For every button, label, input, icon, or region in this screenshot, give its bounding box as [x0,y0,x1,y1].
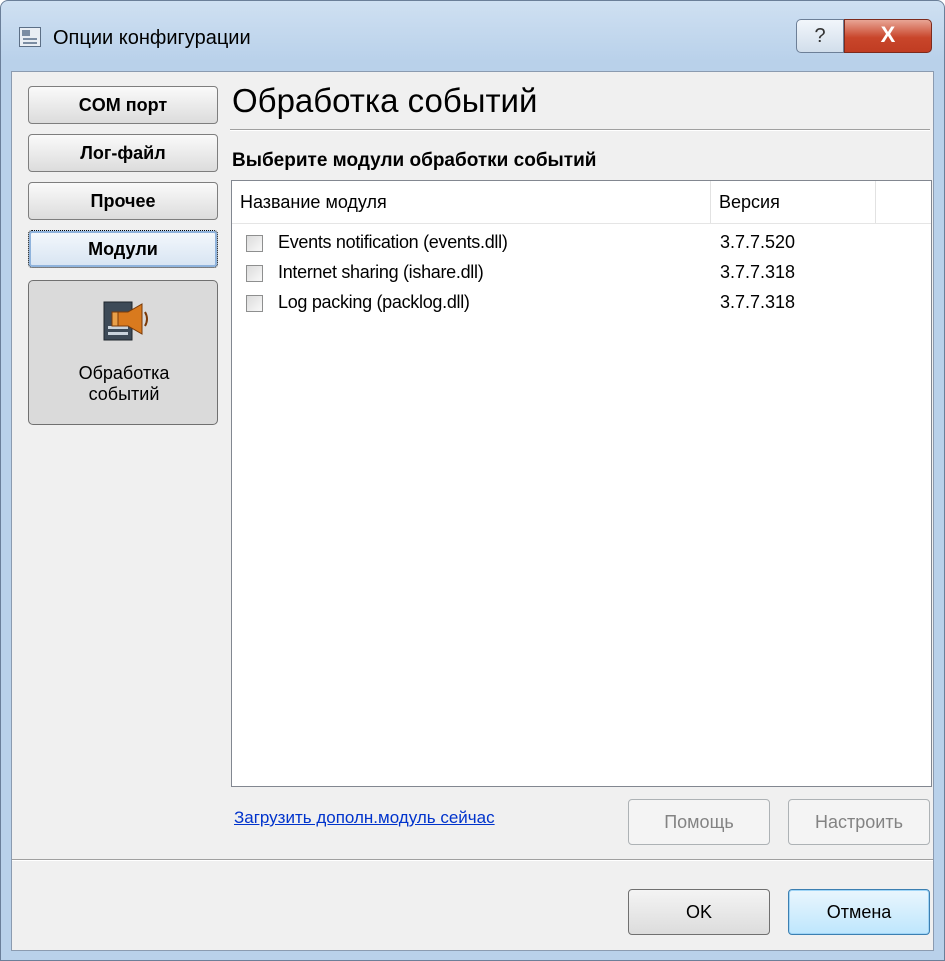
help-button[interactable]: Помощь [628,799,770,845]
title-bar: Опции конфигурации ? X [1,1,944,71]
module-checkbox[interactable] [246,295,263,312]
column-header-name[interactable]: Название модуля [232,181,711,223]
title-divider [230,129,930,131]
nav-modules-button[interactable]: Модули [28,230,218,268]
modules-list[interactable]: Название модуля Версия Events notificati… [231,180,932,787]
module-version: 3.7.7.520 [720,232,796,252]
module-version: 3.7.7.318 [720,292,796,312]
module-label-line1: Обработка [78,363,170,383]
module-label-line2: событий [88,384,160,404]
module-version: 3.7.7.318 [720,262,796,282]
speaker-module-icon [103,301,148,341]
download-module-link[interactable]: Загрузить дополн.модуль сейчас [234,808,495,828]
footer-divider [12,859,933,861]
section-subheading: Выберите модули обработки событий [232,150,597,171]
app-icon [19,27,41,47]
module-name: Events notification (events.dll) [278,232,508,252]
window-title: Опции конфигурации [53,27,251,49]
module-name: Internet sharing (ishare.dll) [278,262,484,282]
column-header-version[interactable]: Версия [711,181,876,223]
module-checkbox[interactable] [246,265,263,282]
help-title-button[interactable]: ? [796,19,844,53]
module-label: Обработка событий [29,363,219,405]
nav-com-port-button[interactable]: COM порт [28,86,218,124]
module-checkbox[interactable] [246,235,263,252]
nav-log-file-button[interactable]: Лог-файл [28,134,218,172]
nav-other-button[interactable]: Прочее [28,182,218,220]
cancel-button[interactable]: Отмена [788,889,930,935]
module-name: Log packing (packlog.dll) [278,292,470,312]
list-header: Название модуля Версия [232,181,931,224]
page-title: Обработка событий [232,82,538,119]
ok-button[interactable]: OK [628,889,770,935]
close-button[interactable]: X [844,19,932,53]
list-item[interactable]: Log packing (packlog.dll) 3.7.7.318 [232,289,931,319]
configure-button[interactable]: Настроить [788,799,930,845]
dialog-client-area: COM порт Лог-файл Прочее Модули Обработк… [11,71,934,951]
module-event-processing-item[interactable]: Обработка событий [28,280,218,425]
column-header-empty[interactable] [876,181,931,223]
config-options-window: Опции конфигурации ? X COM порт Лог-файл… [0,0,945,961]
list-item[interactable]: Internet sharing (ishare.dll) 3.7.7.318 [232,259,931,289]
list-item[interactable]: Events notification (events.dll) 3.7.7.5… [232,229,931,259]
